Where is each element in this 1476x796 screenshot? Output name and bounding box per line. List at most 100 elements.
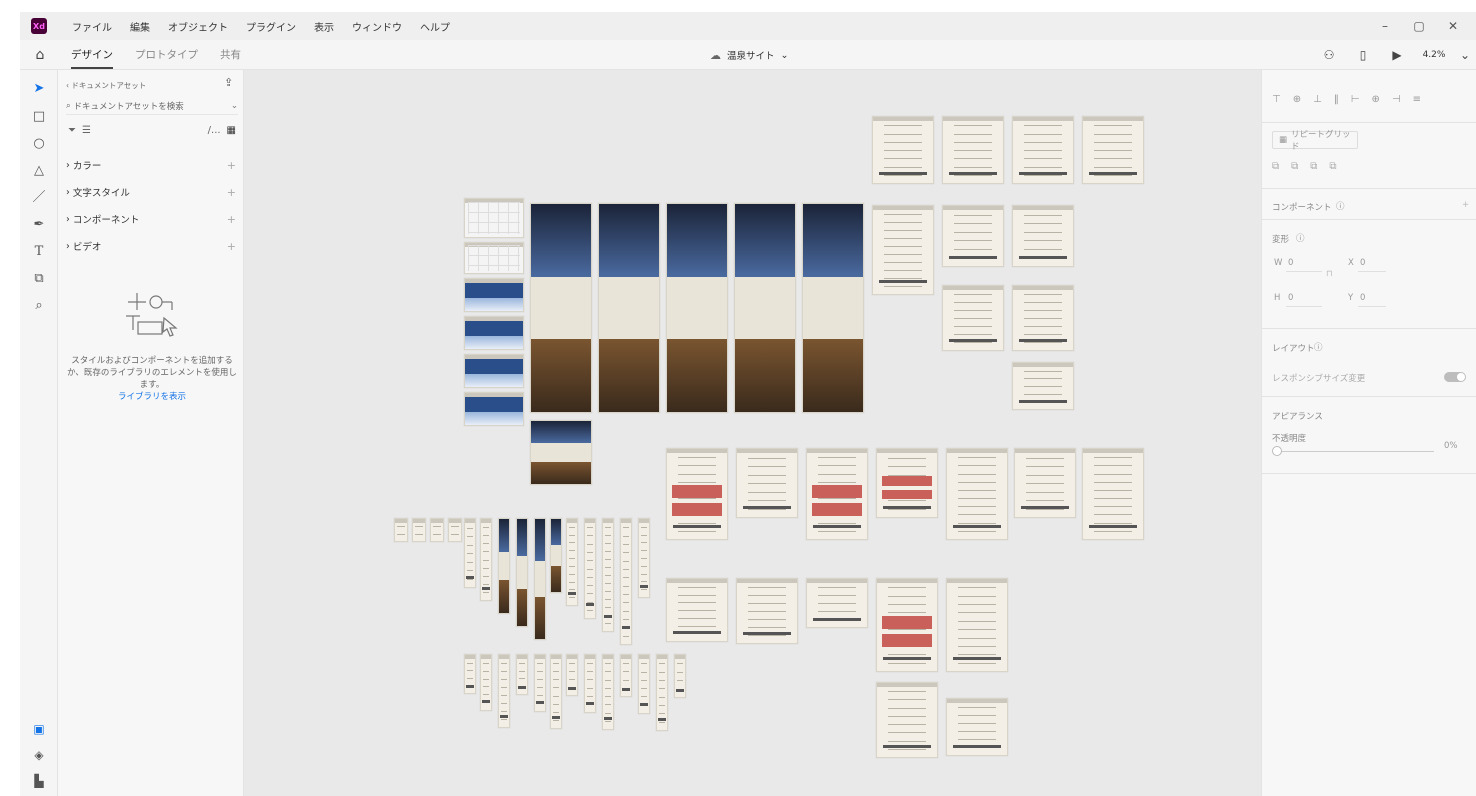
artboard-thumbnail[interactable] xyxy=(872,116,934,184)
artboard-thumbnail[interactable] xyxy=(464,316,524,350)
artboard-thumbnail[interactable] xyxy=(464,518,476,588)
artboard-thumbnail[interactable] xyxy=(1012,205,1074,267)
add-video-icon[interactable]: + xyxy=(227,240,236,253)
artboard-thumbnail[interactable] xyxy=(584,518,596,619)
align-top-icon[interactable]: ⊤ xyxy=(1272,94,1281,105)
artboard-thumbnail[interactable] xyxy=(516,518,528,627)
artboard-thumbnail[interactable] xyxy=(638,654,650,714)
path-text[interactable]: /... xyxy=(208,125,221,136)
assets-search[interactable]: ⌕ ドキュメントアセットを検索 ⌄ xyxy=(66,97,238,115)
section-components[interactable]: › コンポーネント + xyxy=(66,212,236,227)
artboard-thumbnail[interactable] xyxy=(550,518,562,593)
align-left-icon[interactable]: ⊢ xyxy=(1351,94,1360,105)
lock-aspect-icon[interactable]: ⊓ xyxy=(1326,269,1333,279)
y-field[interactable]: 0 xyxy=(1360,293,1365,303)
rectangle-icon[interactable]: □ xyxy=(20,106,58,128)
artboard-thumbnail[interactable] xyxy=(602,518,614,632)
align-center-icon[interactable]: ⊕ xyxy=(1372,94,1380,105)
artboard-thumbnail[interactable] xyxy=(674,654,686,698)
distribute-vertical-icon[interactable]: ‖ xyxy=(1334,94,1339,105)
artboard-thumbnail[interactable] xyxy=(534,518,546,640)
artboard-thumbnail[interactable] xyxy=(498,654,510,728)
zoom-level[interactable]: 4.2% xyxy=(1414,50,1454,60)
ellipse-icon[interactable]: ○ xyxy=(20,133,58,155)
artboard-thumbnail[interactable] xyxy=(946,448,1008,540)
distribute-horizontal-icon[interactable]: ≡ xyxy=(1413,94,1421,105)
polygon-icon[interactable]: △ xyxy=(20,160,58,182)
align-middle-icon[interactable]: ⊕ xyxy=(1293,94,1301,105)
view-libraries-link[interactable]: ライブラリを表示 xyxy=(66,390,238,402)
filter-icon[interactable]: ⏷ xyxy=(68,125,76,136)
artboard-thumbnail[interactable] xyxy=(412,518,426,542)
artboard-thumbnail[interactable] xyxy=(566,518,578,606)
line-icon[interactable]: ／ xyxy=(20,187,58,209)
artboard-thumbnail[interactable] xyxy=(464,392,524,426)
menu-object[interactable]: オブジェクト xyxy=(159,19,237,34)
artboard-thumbnail[interactable] xyxy=(464,242,524,274)
x-field[interactable]: 0 xyxy=(1360,258,1365,268)
boolean-intersect-icon[interactable]: ⧉ xyxy=(1310,161,1317,172)
artboard-thumbnail[interactable] xyxy=(566,654,578,696)
design-canvas[interactable] xyxy=(244,70,1261,796)
zoom-chevron-icon[interactable]: ⌄ xyxy=(1454,48,1476,62)
opacity-slider-track[interactable] xyxy=(1274,451,1434,452)
artboard-icon[interactable]: ⧉ xyxy=(20,268,58,290)
play-icon[interactable]: ▶ xyxy=(1380,48,1414,62)
grid-view-icon[interactable]: ▦ xyxy=(227,125,236,136)
tab-design[interactable]: デザイン xyxy=(60,40,124,70)
artboard-thumbnail[interactable] xyxy=(430,518,444,542)
artboard-thumbnail[interactable] xyxy=(876,578,938,672)
align-bottom-icon[interactable]: ⊥ xyxy=(1313,94,1322,105)
tab-prototype[interactable]: プロトタイプ xyxy=(124,40,209,70)
artboard-thumbnail[interactable] xyxy=(666,578,728,642)
info-icon[interactable]: ⓘ xyxy=(1296,232,1305,244)
artboard-thumbnail[interactable] xyxy=(942,205,1004,267)
artboard-thumbnail[interactable] xyxy=(464,654,476,694)
section-video[interactable]: › ビデオ + xyxy=(66,239,236,254)
add-component-icon[interactable]: + xyxy=(227,213,236,226)
select-icon[interactable]: ➤ xyxy=(20,78,58,100)
responsive-resize-toggle[interactable] xyxy=(1444,372,1466,382)
info-icon[interactable]: ⓘ xyxy=(1336,200,1345,212)
menu-help[interactable]: ヘルプ xyxy=(411,19,459,34)
plugins-icon[interactable]: ▙ xyxy=(20,774,58,788)
document-title[interactable]: ☁ 温泉サイト ⌄ xyxy=(710,40,788,70)
artboard-thumbnail[interactable] xyxy=(734,203,796,413)
menu-edit[interactable]: 編集 xyxy=(121,19,159,34)
artboard-thumbnail[interactable] xyxy=(530,203,592,413)
artboard-thumbnail[interactable] xyxy=(666,203,728,413)
share-user-icon[interactable]: ⚇ xyxy=(1312,48,1346,62)
boolean-add-icon[interactable]: ⧉ xyxy=(1272,161,1279,172)
boolean-exclude-icon[interactable]: ⧉ xyxy=(1329,161,1336,172)
artboard-thumbnail[interactable] xyxy=(1082,448,1144,540)
artboard-thumbnail[interactable] xyxy=(516,654,528,695)
section-text-styles[interactable]: › 文字スタイル + xyxy=(66,185,236,200)
search-input[interactable]: ドキュメントアセットを検索 xyxy=(73,100,183,112)
minimize-button[interactable]: – xyxy=(1368,19,1402,33)
add-component-icon[interactable]: + xyxy=(1462,200,1469,210)
artboard-thumbnail[interactable] xyxy=(498,518,510,614)
tab-share[interactable]: 共有 xyxy=(209,40,252,70)
artboard-thumbnail[interactable] xyxy=(876,682,938,758)
opacity-value[interactable]: 0% xyxy=(1444,441,1458,451)
artboard-thumbnail[interactable] xyxy=(1082,116,1144,184)
export-icon[interactable]: ⇪ xyxy=(224,76,233,89)
artboard-thumbnail[interactable] xyxy=(876,448,938,518)
boolean-subtract-icon[interactable]: ⧉ xyxy=(1291,161,1298,172)
artboard-thumbnail[interactable] xyxy=(480,654,492,711)
pen-icon[interactable]: ✒ xyxy=(20,214,58,236)
artboard-thumbnail[interactable] xyxy=(448,518,462,542)
artboard-thumbnail[interactable] xyxy=(534,654,546,712)
artboard-thumbnail[interactable] xyxy=(942,285,1004,351)
artboard-thumbnail[interactable] xyxy=(638,518,650,598)
device-preview-icon[interactable]: ▯ xyxy=(1346,48,1380,62)
align-right-icon[interactable]: ⊣ xyxy=(1392,94,1401,105)
info-icon[interactable]: ⓘ xyxy=(1314,341,1323,353)
artboard-thumbnail[interactable] xyxy=(480,518,492,601)
artboard-thumbnail[interactable] xyxy=(598,203,660,413)
menu-plugins[interactable]: プラグイン xyxy=(237,19,305,34)
artboard-thumbnail[interactable] xyxy=(872,205,934,295)
width-field[interactable]: 0 xyxy=(1288,258,1293,268)
section-colors[interactable]: › カラー + xyxy=(66,158,236,173)
opacity-slider-knob[interactable] xyxy=(1272,446,1282,456)
